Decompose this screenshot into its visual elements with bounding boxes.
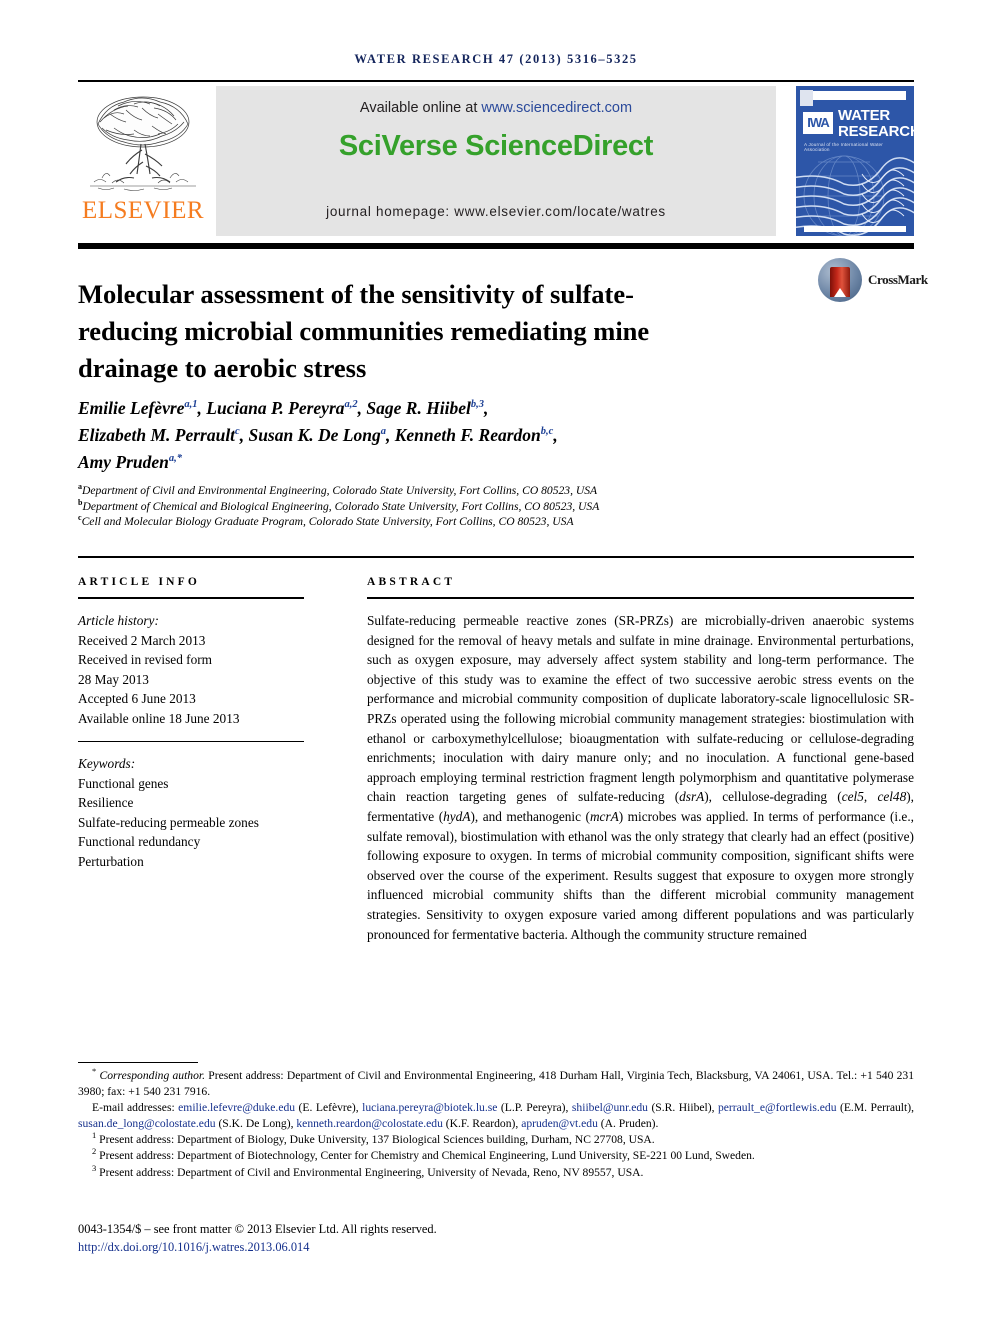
copyright-line: 0043-1354/$ – see front matter © 2013 El… (78, 1222, 437, 1236)
present-address-note: 3 Present address: Department of Civil a… (92, 1162, 644, 1179)
affiliation-text: Cell and Molecular Biology Graduate Prog… (81, 515, 574, 528)
affiliation-text: Department of Civil and Environmental En… (82, 484, 598, 497)
email-addresses-note: E-mail addresses: emilie.lefevre@duke.ed… (78, 1101, 914, 1131)
keywords-block: Keywords: Functional genes Resilience Su… (78, 754, 304, 871)
keyword-item: Perturbation (78, 853, 144, 869)
page-title: Molecular assessment of the sensitivity … (78, 278, 650, 383)
title-separator-rule (78, 243, 914, 249)
keyword-item: Resilience (78, 795, 134, 810)
masthead: ELSEVIER Available online at www.science… (78, 86, 914, 236)
running-head: WATER RESEARCH 47 (2013) 5316–5325 (354, 52, 638, 66)
history-item: Available online 18 June 2013 (78, 710, 240, 726)
affiliation-text: Department of Chemical and Biological En… (82, 499, 600, 513)
keywords-separator (78, 741, 304, 742)
keywords-label: Keywords: (78, 756, 136, 771)
doi-link[interactable]: http://dx.doi.org/10.1016/j.watres.2013.… (78, 1240, 309, 1255)
article-info-heading: ARTICLE INFO (78, 576, 201, 588)
history-item: Received 2 March 2013 (78, 632, 206, 648)
elsevier-tree-icon (90, 96, 196, 191)
abstract-section-rule (78, 556, 914, 558)
crossmark-circle-icon (818, 258, 862, 302)
abstract-underline (367, 597, 914, 599)
journal-cover-thumbnail: IWA WATER RESEARCH A Journal of the Inte… (796, 86, 914, 236)
history-item: 28 May 2013 (78, 671, 149, 687)
cover-globe-waves-graphic (796, 155, 914, 236)
sciencedirect-banner: Available online at www.sciencedirect.co… (216, 86, 776, 236)
sciencedirect-url-link[interactable]: www.sciencedirect.com (481, 100, 632, 116)
cover-bottom-bar (804, 226, 906, 232)
footnote-block: * Corresponding author. Present address:… (78, 1066, 914, 1181)
keyword-item: Sulfate-reducing permeable zones (78, 814, 259, 830)
available-online-prefix: Available online at (359, 100, 482, 116)
cover-title-line1: WATER (838, 107, 891, 124)
present-address-note: 2 Present address: Department of Biotech… (92, 1146, 755, 1163)
history-item: Accepted 6 June 2013 (78, 691, 196, 706)
author-list: Emilie Lefèvrea,1, Luciana P. Pereyraa,2… (78, 398, 558, 472)
available-online-line: Available online at www.sciencedirect.co… (216, 100, 776, 116)
elsevier-wordmark: ELSEVIER (81, 197, 205, 224)
article-history-label: Article history: (78, 613, 159, 628)
article-info-underline (78, 597, 304, 599)
cover-publisher-mark-icon (800, 90, 813, 106)
cover-top-bar (804, 91, 906, 100)
affiliation-item: bDepartment of Chemical and Biological E… (78, 498, 908, 515)
affiliation-item: cCell and Molecular Biology Graduate Pro… (78, 514, 908, 530)
iwa-logo-icon: IWA (803, 112, 833, 134)
header-rule (78, 80, 914, 82)
article-info-column: ARTICLE INFO Article history: Received 2… (78, 576, 304, 871)
elsevier-logo: ELSEVIER (78, 86, 208, 236)
footnote-rule (78, 1062, 198, 1063)
crossmark-badge[interactable]: CrossMark (818, 256, 928, 308)
affiliation-item: aDepartment of Civil and Environmental E… (78, 483, 908, 499)
abstract-text: Sulfate-reducing permeable reactive zone… (367, 613, 914, 942)
crossmark-label: CrossMark (868, 272, 928, 287)
present-address-note: 1 Present address: Department of Biology… (92, 1130, 655, 1147)
keyword-item: Functional redundancy (78, 834, 201, 849)
history-item: Received in revised form (78, 652, 213, 667)
journal-article-first-page: WATER RESEARCH 47 (2013) 5316–5325 ELSEV… (0, 0, 992, 1323)
abstract-heading: ABSTRACT (367, 576, 456, 588)
crossmark-book-icon (830, 267, 850, 297)
abstract-column: ABSTRACT Sulfate-reducing permeable reac… (367, 576, 914, 944)
keyword-item: Functional genes (78, 775, 169, 791)
affiliation-list: aDepartment of Civil and Environmental E… (78, 483, 908, 530)
sciverse-sciencedirect-logo: SciVerse ScienceDirect (338, 130, 654, 162)
article-history-block: Article history: Received 2 March 2013 R… (78, 611, 304, 728)
journal-homepage-line[interactable]: journal homepage: www.elsevier.com/locat… (216, 204, 776, 219)
cover-title-line2: RESEARCH (838, 122, 914, 140)
corresponding-author-note: * Corresponding author. Present address:… (78, 1066, 914, 1099)
cover-journal-title: WATER RESEARCH (838, 108, 914, 139)
